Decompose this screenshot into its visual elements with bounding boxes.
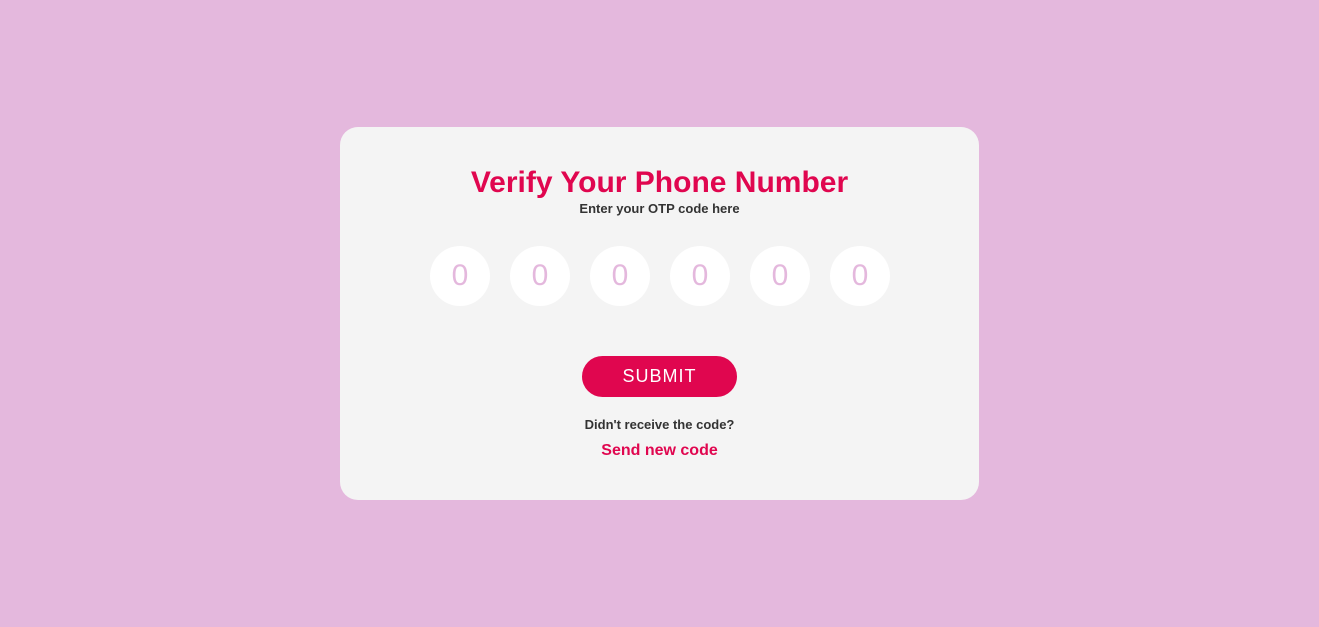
verify-card: Verify Your Phone Number Enter your OTP … <box>340 127 979 500</box>
otp-digit-2[interactable] <box>510 246 570 306</box>
otp-digit-5[interactable] <box>750 246 810 306</box>
otp-digit-1[interactable] <box>430 246 490 306</box>
send-new-code-link[interactable]: Send new code <box>340 441 979 461</box>
otp-digit-3[interactable] <box>590 246 650 306</box>
page-subtitle: Enter your OTP code here <box>579 201 740 216</box>
submit-button[interactable]: SUBMIT <box>582 356 737 397</box>
otp-input-group <box>430 246 890 306</box>
resend-prompt: Didn't receive the code? <box>584 417 735 432</box>
page-title: Verify Your Phone Number <box>470 166 849 199</box>
otp-digit-4[interactable] <box>670 246 730 306</box>
otp-digit-6[interactable] <box>830 246 890 306</box>
